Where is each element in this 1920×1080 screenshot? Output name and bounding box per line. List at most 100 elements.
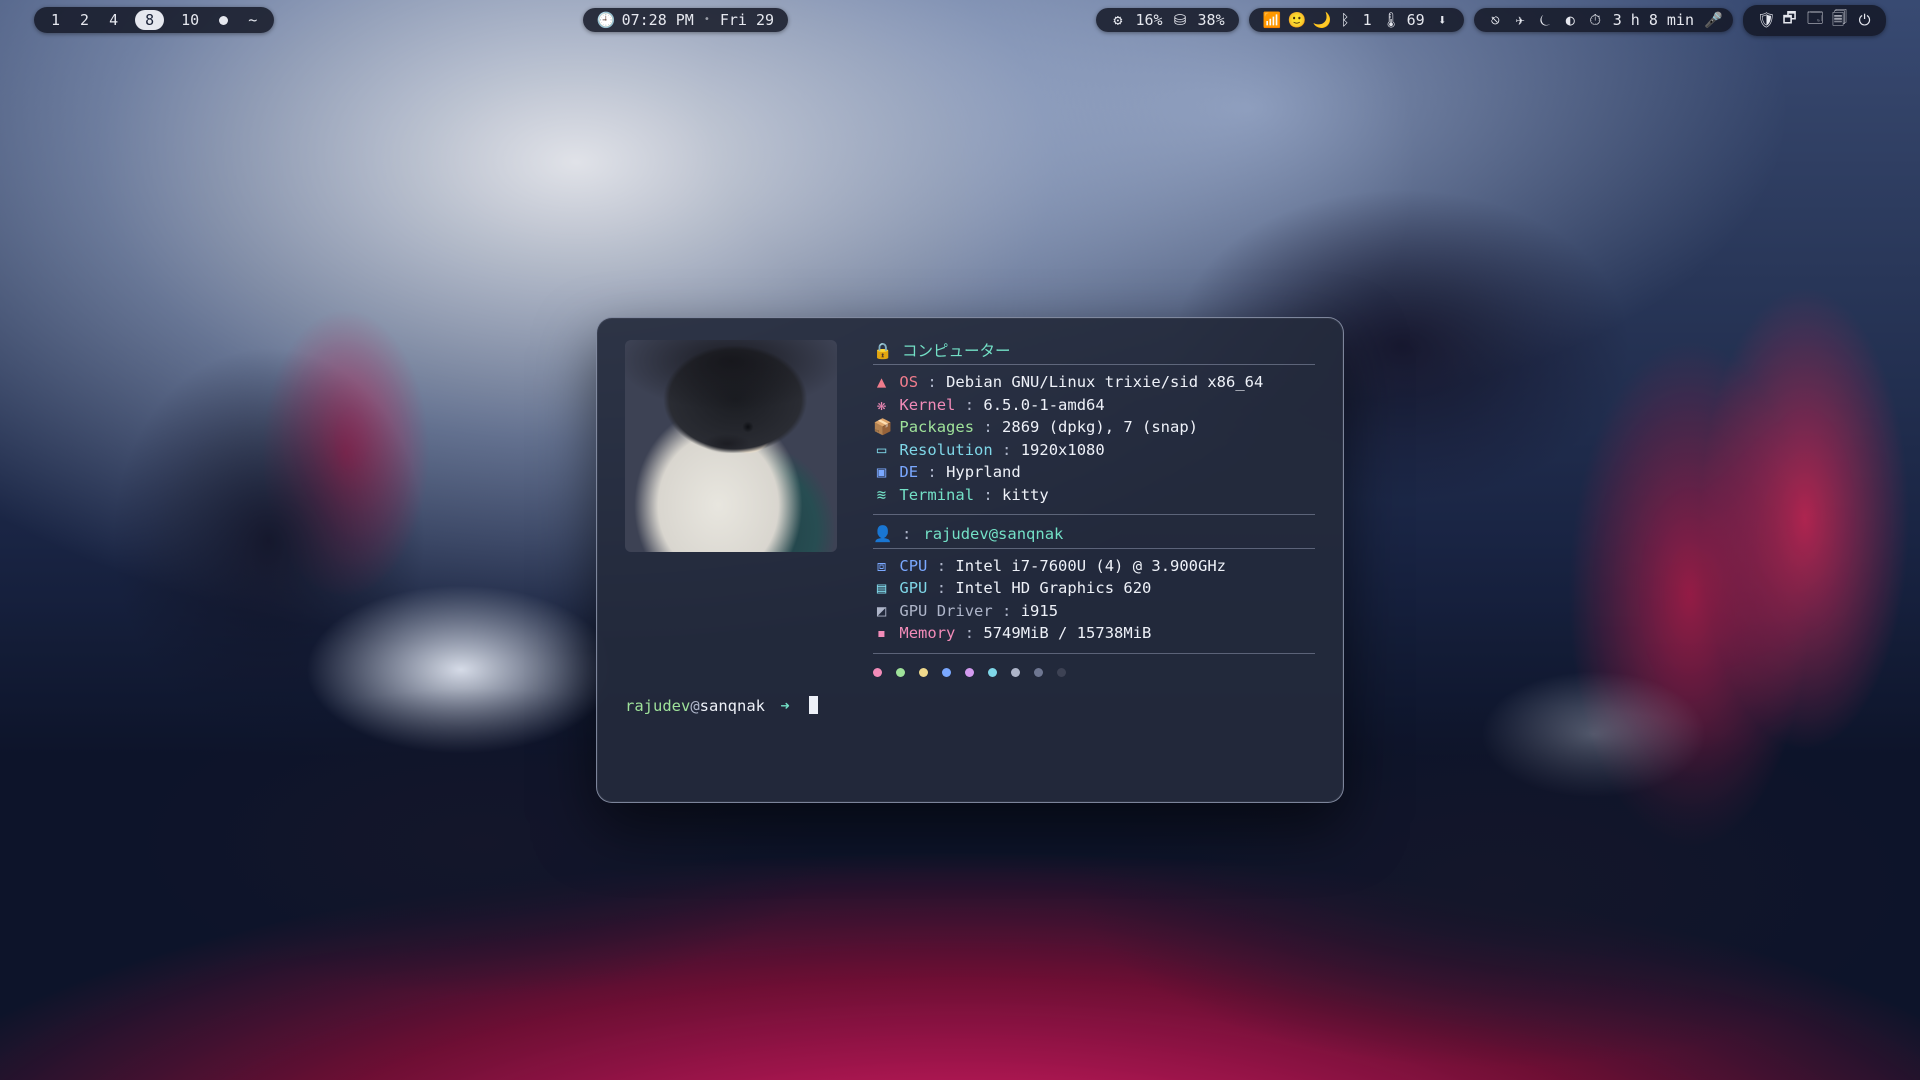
neofetch-ascii-art — [625, 340, 837, 552]
workspace-switcher: 1 2 4 8 10 ~ — [34, 7, 274, 33]
uptime-widget[interactable]: ⎋ ✈ ⏾ ◐ ⏱ 3 h 8 min 🎤 — [1474, 8, 1733, 32]
workspace-scratch[interactable] — [216, 11, 231, 29]
escape-icon: ⎋ — [1488, 11, 1503, 29]
cpu-percent: 16% — [1135, 11, 1162, 29]
shell-prompt[interactable]: rajudev@sanqnak ➜ — [625, 695, 1315, 717]
workspace-4[interactable]: 4 — [106, 11, 121, 29]
ram-percent: 38% — [1198, 11, 1225, 29]
clock-date: Fri 29 — [720, 11, 774, 29]
contrast-icon: ◐ — [1563, 11, 1578, 29]
clock-widget[interactable]: 🕘 07:28 PM • Fri 29 — [583, 8, 788, 32]
ram-icon: ⛁ — [1173, 11, 1188, 29]
prompt-host: sanqnak — [700, 697, 765, 715]
palette-swatch — [988, 668, 997, 677]
row-sep: : — [974, 486, 1002, 504]
row-icon: ◩ — [873, 600, 890, 622]
row-icon: ❋ — [873, 394, 890, 416]
row-value: Intel HD Graphics 620 — [955, 579, 1151, 597]
copy-icon[interactable]: 🗐 — [1832, 8, 1847, 33]
neofetch-output: 🔒 コンピューター ▲ OS : Debian GNU/Linux trixie… — [625, 340, 1315, 677]
color-palette — [873, 668, 1315, 677]
row-value: kitty — [1002, 486, 1049, 504]
bluetooth-icon: ᛒ — [1338, 11, 1353, 29]
windows-icon[interactable]: 🗗 — [1782, 8, 1797, 33]
workspace-10[interactable]: 10 — [178, 11, 202, 29]
workspace-1[interactable]: 1 — [48, 11, 63, 29]
row-icon: ≋ — [873, 484, 890, 506]
palette-swatch — [1011, 668, 1020, 677]
face-icon: 🙂 — [1288, 11, 1303, 29]
info-row: 📦 Packages : 2869 (dpkg), 7 (snap) — [873, 416, 1315, 438]
palette-swatch — [1057, 668, 1066, 677]
shield-icon[interactable]: 🛡 — [1757, 11, 1772, 29]
clock-time: 07:28 PM — [622, 11, 694, 29]
palette-swatch — [965, 668, 974, 677]
row-key: Memory — [899, 624, 955, 642]
row-sep: : — [927, 557, 955, 575]
row-value: i915 — [1021, 602, 1058, 620]
system-tray: 🛡 🗗 🗔 🗐 ⏻ — [1743, 5, 1886, 36]
row-key: GPU — [899, 579, 927, 597]
info-row: ❋ Kernel : 6.5.0-1-amd64 — [873, 394, 1315, 416]
info-row: ≋ Terminal : kitty — [873, 484, 1315, 506]
palette-swatch — [919, 668, 928, 677]
wifi-icon: 📶 — [1263, 11, 1278, 29]
bluetooth-count: 1 — [1363, 11, 1372, 29]
clock-icon: 🕘 — [597, 11, 612, 29]
row-value: 6.5.0-1-amd64 — [983, 396, 1104, 414]
row-sep: : — [955, 396, 983, 414]
divider — [873, 653, 1315, 654]
row-icon: ▭ — [873, 439, 890, 461]
microphone-icon: 🎤 — [1704, 11, 1719, 29]
row-key: GPU Driver — [899, 602, 992, 620]
row-value: Hyprland — [946, 463, 1021, 481]
system-meter[interactable]: ⚙ 16% ⛁ 38% — [1096, 8, 1238, 32]
user-icon: 👤 — [873, 523, 890, 545]
info-row: ▪ Memory : 5749MiB / 15738MiB — [873, 622, 1315, 644]
row-sep: : — [918, 373, 946, 391]
workspace-tilde[interactable]: ~ — [245, 11, 260, 29]
row-key: OS — [899, 373, 918, 391]
top-bar: 1 2 4 8 10 ~ 🕘 07:28 PM • Fri 29 ⚙ 16% ⛁… — [0, 6, 1920, 34]
cpu-icon: ⚙ — [1110, 11, 1125, 29]
terminal-window[interactable]: 🔒 コンピューター ▲ OS : Debian GNU/Linux trixie… — [596, 317, 1344, 803]
moon-icon: 🌙 — [1313, 11, 1328, 29]
row-icon: ▣ — [873, 461, 890, 483]
row-sep: : — [974, 418, 1002, 436]
network-widget[interactable]: 📶 🙂 🌙 ᛒ 1 🌡 69 ⬇ — [1249, 8, 1464, 32]
display-icon[interactable]: 🗔 — [1807, 8, 1822, 33]
row-icon: ⧈ — [873, 555, 890, 577]
row-icon: ▤ — [873, 577, 890, 599]
prompt-arrow-icon: ➜ — [780, 697, 789, 715]
palette-swatch — [1034, 668, 1043, 677]
row-sep: : — [927, 579, 955, 597]
section-computer-title: 🔒 コンピューター — [873, 340, 1315, 365]
dot-icon — [219, 16, 228, 25]
row-icon: 📦 — [873, 416, 890, 438]
info-row: ▣ DE : Hyprland — [873, 461, 1315, 483]
separator-dot-icon: • — [704, 14, 710, 25]
row-value: Debian GNU/Linux trixie/sid x86_64 — [946, 373, 1263, 391]
row-sep: : — [918, 463, 946, 481]
row-sep: : — [993, 602, 1021, 620]
row-sep: : — [993, 441, 1021, 459]
thermometer-icon: 🌡 — [1382, 11, 1397, 29]
row-sep: : — [955, 624, 983, 642]
row-key: Resolution — [899, 441, 992, 459]
power-icon[interactable]: ⏻ — [1857, 11, 1872, 29]
lock-icon: 🔒 — [873, 340, 890, 362]
prompt-at: @ — [690, 697, 699, 715]
info-row: ▤ GPU : Intel HD Graphics 620 — [873, 577, 1315, 599]
row-key: Terminal — [899, 486, 974, 504]
sleep-icon: ⏾ — [1538, 11, 1553, 29]
workspace-2[interactable]: 2 — [77, 11, 92, 29]
section-user-title: 👤 : rajudev@sanqnak — [873, 523, 1315, 548]
row-key: CPU — [899, 557, 927, 575]
info-row: ⧈ CPU : Intel i7-7600U (4) @ 3.900GHz — [873, 555, 1315, 577]
divider — [873, 514, 1315, 515]
workspace-8[interactable]: 8 — [135, 10, 164, 30]
row-value: 5749MiB / 15738MiB — [983, 624, 1151, 642]
download-icon: ⬇ — [1435, 11, 1450, 29]
row-key: Packages — [899, 418, 974, 436]
neofetch-info: 🔒 コンピューター ▲ OS : Debian GNU/Linux trixie… — [873, 340, 1315, 677]
